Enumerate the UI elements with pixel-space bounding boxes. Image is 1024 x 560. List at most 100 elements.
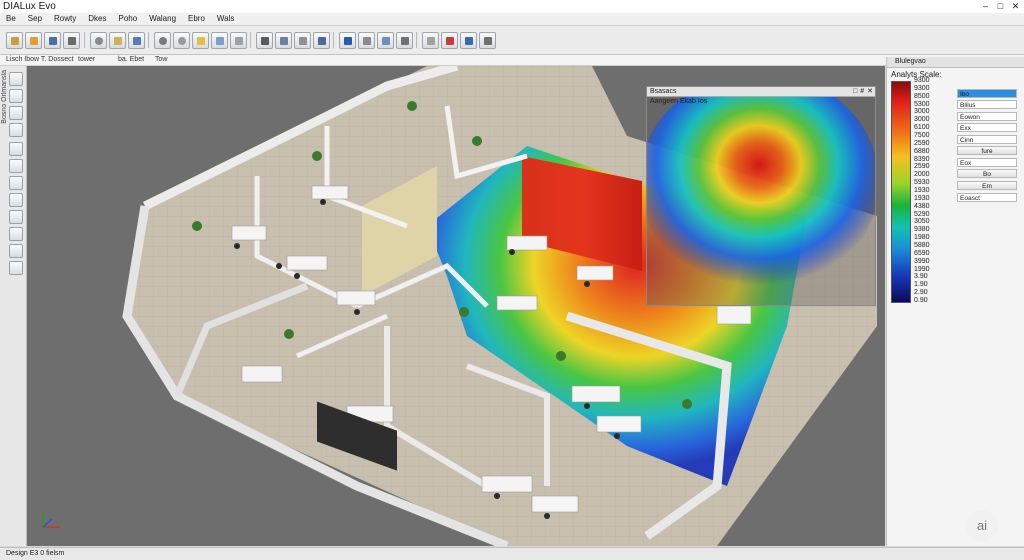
close-button[interactable]: ✕ — [1009, 0, 1022, 13]
address-item[interactable]: ba. Ebet — [118, 55, 144, 65]
wall-icon[interactable] — [9, 106, 23, 120]
panel-title: Blulegvao — [895, 58, 926, 65]
property-button[interactable]: Bo — [957, 169, 1017, 178]
scale-label: 2000 — [914, 171, 930, 179]
overlay-header: Bsasacs □ # ✕ — [647, 87, 875, 97]
measure-icon[interactable] — [441, 32, 458, 49]
menu-item[interactable]: Sep — [22, 13, 48, 25]
select-icon[interactable] — [9, 72, 23, 86]
address-bar: Lisch Ibow T. Dossect tower ba. Ebet Tow — [0, 55, 1024, 66]
property-item[interactable]: Eox — [957, 158, 1017, 167]
tile-icon[interactable] — [377, 32, 394, 49]
scale-label: 7500 — [914, 132, 930, 139]
minimize-button[interactable]: – — [979, 0, 992, 13]
scale-label: 1930 — [914, 194, 930, 202]
light-icon[interactable] — [192, 32, 209, 49]
window-icon[interactable] — [128, 32, 145, 49]
luminaire-icon[interactable] — [109, 32, 126, 49]
false-color-scale-bar — [891, 81, 911, 303]
crop-icon[interactable] — [313, 32, 330, 49]
main-toolbar — [0, 26, 1024, 55]
address-item[interactable]: Lisch Ibow T. Dossect — [6, 55, 74, 65]
path-icon[interactable] — [339, 32, 356, 49]
search-tool-icon[interactable] — [9, 227, 23, 241]
status-bar: Design E3 0 fielsm — [0, 547, 1024, 560]
overlay-heatmap — [647, 87, 875, 292]
scale-label: 0.90 — [914, 297, 928, 304]
property-button[interactable]: fure — [957, 146, 1017, 155]
pencil-icon[interactable] — [9, 89, 23, 103]
scale-label: 1.90 — [914, 281, 928, 289]
scale-label: 3000 — [914, 116, 930, 124]
edit-icon[interactable] — [256, 32, 273, 49]
camera-icon[interactable] — [44, 32, 61, 49]
address-item[interactable]: tower — [78, 55, 95, 65]
scale-label: 9300 — [914, 84, 930, 92]
scale-label: 5930 — [914, 179, 930, 187]
menu-item[interactable]: Poho — [113, 13, 144, 25]
scale-label: 6590 — [914, 249, 930, 257]
scale-label: 2590 — [914, 139, 930, 147]
scale-label: 4380 — [914, 202, 930, 210]
property-item[interactable]: Eoasct — [957, 193, 1017, 202]
property-item[interactable]: Cinn — [957, 135, 1017, 144]
menu-item[interactable]: Rowty — [48, 13, 82, 25]
overlay-subtitle: Aangeen Ekab Ios — [650, 98, 708, 105]
window-title: DIALux Evo — [3, 1, 56, 12]
scale-label: 3990 — [914, 257, 930, 265]
menu-item[interactable]: Ebro — [182, 13, 211, 25]
address-item[interactable]: Tow — [155, 55, 167, 65]
maximize-button[interactable]: □ — [994, 0, 1007, 13]
title-bar: DIALux Evo – □ ✕ — [0, 0, 1024, 14]
overlay-pin-button[interactable]: # — [860, 87, 864, 96]
door-icon[interactable] — [9, 123, 23, 137]
window-tool-icon[interactable] — [9, 142, 23, 156]
open-icon[interactable] — [6, 32, 23, 49]
furniture-icon[interactable] — [9, 159, 23, 173]
box-icon[interactable] — [275, 32, 292, 49]
menu-item[interactable]: Walang — [143, 13, 182, 25]
settings-icon[interactable] — [154, 32, 171, 49]
wand-icon[interactable] — [422, 32, 439, 49]
brush-icon[interactable] — [63, 32, 80, 49]
property-item[interactable]: Ibo — [957, 89, 1017, 98]
property-button[interactable]: Em — [957, 181, 1017, 190]
calc-icon[interactable] — [9, 193, 23, 207]
save-icon[interactable] — [25, 32, 42, 49]
panel-header: Blulegvao — [887, 57, 1024, 68]
measure-tool-icon[interactable] — [9, 210, 23, 224]
light-tool-icon[interactable] — [9, 176, 23, 190]
scale-label: 5300 — [914, 100, 930, 108]
scale-label: 8390 — [914, 155, 930, 163]
grid-4-icon[interactable] — [460, 32, 477, 49]
menu-bar: Be Sep Rowty Dkes Poho Walang Ebro Wals — [0, 13, 1024, 26]
grid-icon[interactable] — [211, 32, 228, 49]
property-item[interactable]: Blilus — [957, 100, 1017, 109]
delete-icon[interactable] — [90, 32, 107, 49]
ai-watermark-badge: ai — [966, 510, 998, 542]
scale-label: 9380 — [914, 226, 930, 234]
menu-item[interactable]: Be — [0, 13, 22, 25]
window-controls: – □ ✕ — [979, 0, 1022, 13]
overlay-restore-button[interactable]: □ — [853, 87, 857, 96]
plugin-icon[interactable] — [9, 244, 23, 258]
menu-item[interactable]: Wals — [211, 13, 240, 25]
group-icon[interactable] — [230, 32, 247, 49]
menu-item[interactable]: Dkes — [82, 13, 112, 25]
copy-icon[interactable] — [294, 32, 311, 49]
properties-panel: Blulegvao Analyts Scale: 9300 9300 8500 530… — [886, 57, 1024, 546]
scale-label: 1980 — [914, 234, 930, 242]
property-item[interactable]: Exx — [957, 123, 1017, 132]
scale-label: 2.90 — [914, 289, 928, 297]
scale-label: 5880 — [914, 242, 930, 249]
view-icon[interactable] — [9, 261, 23, 275]
analysis-overlay-window[interactable]: Bsasacs □ # ✕ Aangeen Ekab Ios — [646, 86, 876, 306]
scale-label: 5290 — [914, 210, 930, 218]
scale-label: 6880 — [914, 147, 930, 155]
paint-icon[interactable] — [479, 32, 496, 49]
snap-icon[interactable] — [358, 32, 375, 49]
property-item[interactable]: Eowon — [957, 112, 1017, 121]
stairs-icon[interactable] — [396, 32, 413, 49]
overlay-close-button[interactable]: ✕ — [867, 87, 873, 96]
zoom-icon[interactable] — [173, 32, 190, 49]
